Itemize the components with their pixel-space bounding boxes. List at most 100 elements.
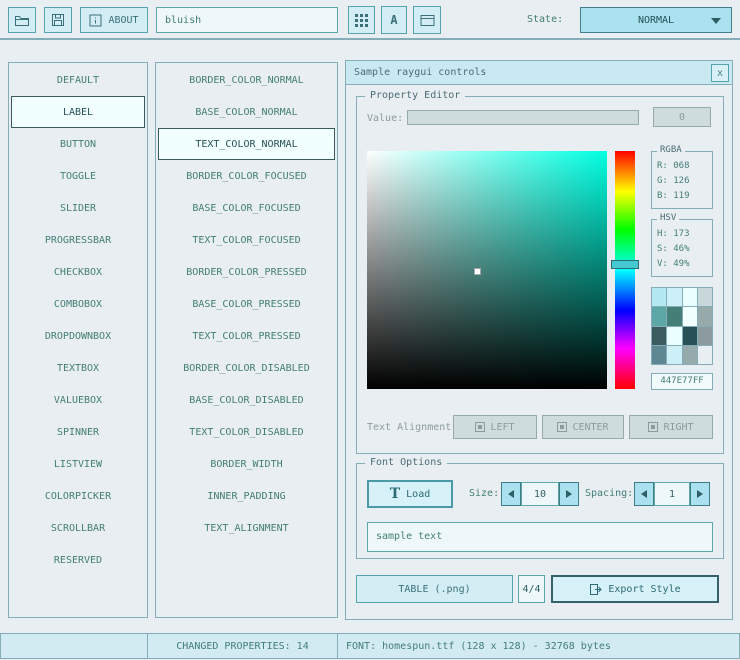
load-font-button[interactable]: T Load xyxy=(367,480,453,508)
color-swatch[interactable] xyxy=(683,327,697,345)
hsv-v-value: V: 49% xyxy=(652,257,712,272)
chevron-down-icon xyxy=(711,18,721,24)
color-swatch[interactable] xyxy=(683,307,697,325)
about-button[interactable]: ABOUT xyxy=(80,7,148,33)
align-left-button[interactable]: LEFT xyxy=(453,415,537,439)
color-swatch[interactable] xyxy=(698,307,712,325)
color-swatch[interactable] xyxy=(652,288,666,306)
control-list-item[interactable]: DEFAULT xyxy=(11,64,145,96)
property-list-item[interactable]: TEXT_COLOR_PRESSED xyxy=(158,320,335,352)
chevron-right-icon xyxy=(697,490,703,498)
font-spacing-label: Spacing: xyxy=(585,487,633,501)
property-list-item[interactable]: BASE_COLOR_PRESSED xyxy=(158,288,335,320)
export-format-button[interactable]: TABLE (.png) xyxy=(356,575,513,603)
property-list-item[interactable]: BASE_COLOR_FOCUSED xyxy=(158,192,335,224)
color-swatch[interactable] xyxy=(683,346,697,364)
chevron-left-icon xyxy=(641,490,647,498)
align-left-icon xyxy=(475,422,485,432)
font-atlas-button[interactable]: A xyxy=(381,6,407,34)
control-list-item[interactable]: DROPDOWNBOX xyxy=(11,320,145,352)
font-options-group: Font Options T Load Size: 10 Spacing: 1 … xyxy=(356,463,724,559)
property-list-item[interactable]: TEXT_COLOR_FOCUSED xyxy=(158,224,335,256)
control-list-item[interactable]: LABEL xyxy=(11,96,145,128)
spacing-increase-button[interactable] xyxy=(690,482,710,506)
spacing-decrease-button[interactable] xyxy=(634,482,654,506)
size-increase-button[interactable] xyxy=(559,482,579,506)
style-table-button[interactable] xyxy=(348,6,375,34)
control-list-item[interactable]: SCROLLBAR xyxy=(11,512,145,544)
hue-bar[interactable] xyxy=(615,151,635,389)
property-list-item[interactable]: BASE_COLOR_DISABLED xyxy=(158,384,335,416)
value-slider[interactable] xyxy=(407,110,639,125)
control-list-item[interactable]: TOGGLE xyxy=(11,160,145,192)
align-right-label: RIGHT xyxy=(663,422,693,433)
align-right-icon xyxy=(648,422,658,432)
sample-controls-window: Sample raygui controls x Property Editor… xyxy=(345,60,733,620)
property-list-item[interactable]: BORDER_COLOR_NORMAL xyxy=(158,64,335,96)
property-list-item[interactable]: BORDER_COLOR_FOCUSED xyxy=(158,160,335,192)
property-editor-group-title: Property Editor xyxy=(365,90,465,101)
control-list-item[interactable]: BUTTON xyxy=(11,128,145,160)
export-ratio-value[interactable]: 4/4 xyxy=(518,575,545,603)
load-font-label: Load xyxy=(406,489,430,500)
color-swatch[interactable] xyxy=(698,346,712,364)
color-swatch[interactable] xyxy=(698,327,712,345)
control-list-item[interactable]: PROGRESSBAR xyxy=(11,224,145,256)
value-button[interactable]: 0 xyxy=(653,107,711,127)
align-left-label: LEFT xyxy=(490,422,514,433)
font-size-label: Size: xyxy=(469,487,499,501)
color-swatch[interactable] xyxy=(667,346,681,364)
rgba-panel-title: RGBA xyxy=(657,145,685,155)
control-list-item[interactable]: LISTVIEW xyxy=(11,448,145,480)
hue-slider-handle[interactable] xyxy=(611,260,639,269)
color-swatch[interactable] xyxy=(652,346,666,364)
color-swatch[interactable] xyxy=(698,288,712,306)
hsv-s-value: S: 46% xyxy=(652,242,712,257)
property-editor-group: Property Editor Value: 0 RGBA R: 068 G: … xyxy=(356,96,724,454)
property-list-item[interactable]: BORDER_WIDTH xyxy=(158,448,335,480)
rgba-g-value: G: 126 xyxy=(652,174,712,189)
align-right-button[interactable]: RIGHT xyxy=(629,415,713,439)
export-style-button[interactable]: Export Style xyxy=(551,575,719,603)
control-list-item[interactable]: RESERVED xyxy=(11,544,145,576)
color-picker-cursor[interactable] xyxy=(474,268,481,275)
align-center-button[interactable]: CENTER xyxy=(542,415,624,439)
color-swatch[interactable] xyxy=(667,307,681,325)
hex-color-value[interactable]: 447E77FF xyxy=(651,373,713,390)
control-list-item[interactable]: VALUEBOX xyxy=(11,384,145,416)
export-icon xyxy=(589,583,602,596)
font-options-group-title: Font Options xyxy=(365,457,447,468)
property-list-item[interactable]: TEXT_COLOR_DISABLED xyxy=(158,416,335,448)
saturation-value-picker[interactable] xyxy=(367,151,607,389)
color-swatch[interactable] xyxy=(652,307,666,325)
size-decrease-button[interactable] xyxy=(501,482,521,506)
color-swatch[interactable] xyxy=(652,327,666,345)
window-icon xyxy=(420,14,435,27)
property-list-item[interactable]: INNER_PADDING xyxy=(158,480,335,512)
control-list-item[interactable]: COMBOBOX xyxy=(11,288,145,320)
save-style-button[interactable] xyxy=(44,7,72,33)
font-size-value[interactable]: 10 xyxy=(521,482,559,506)
color-swatch[interactable] xyxy=(683,288,697,306)
window-preview-button[interactable] xyxy=(413,6,441,34)
control-list-item[interactable]: COLORPICKER xyxy=(11,480,145,512)
control-list-item[interactable]: SLIDER xyxy=(11,192,145,224)
text-alignment-label: Text Alignment: xyxy=(367,421,457,435)
sample-text-input[interactable]: sample text xyxy=(367,522,713,552)
open-style-button[interactable] xyxy=(8,7,36,33)
control-list-item[interactable]: TEXTBOX xyxy=(11,352,145,384)
property-list-item[interactable]: TEXT_ALIGNMENT xyxy=(158,512,335,544)
control-list-item[interactable]: CHECKBOX xyxy=(11,256,145,288)
control-list-item[interactable]: SPINNER xyxy=(11,416,145,448)
property-list-item[interactable]: BORDER_COLOR_DISABLED xyxy=(158,352,335,384)
color-swatch[interactable] xyxy=(667,327,681,345)
close-icon[interactable]: x xyxy=(711,64,729,82)
style-color-swatches xyxy=(651,287,713,365)
style-name-input[interactable] xyxy=(156,7,338,33)
font-spacing-value[interactable]: 1 xyxy=(654,482,690,506)
property-list-item[interactable]: BORDER_COLOR_PRESSED xyxy=(158,256,335,288)
property-list-item[interactable]: BASE_COLOR_NORMAL xyxy=(158,96,335,128)
property-list-item[interactable]: TEXT_COLOR_NORMAL xyxy=(158,128,335,160)
color-swatch[interactable] xyxy=(667,288,681,306)
state-dropdown[interactable]: NORMAL xyxy=(580,7,732,33)
